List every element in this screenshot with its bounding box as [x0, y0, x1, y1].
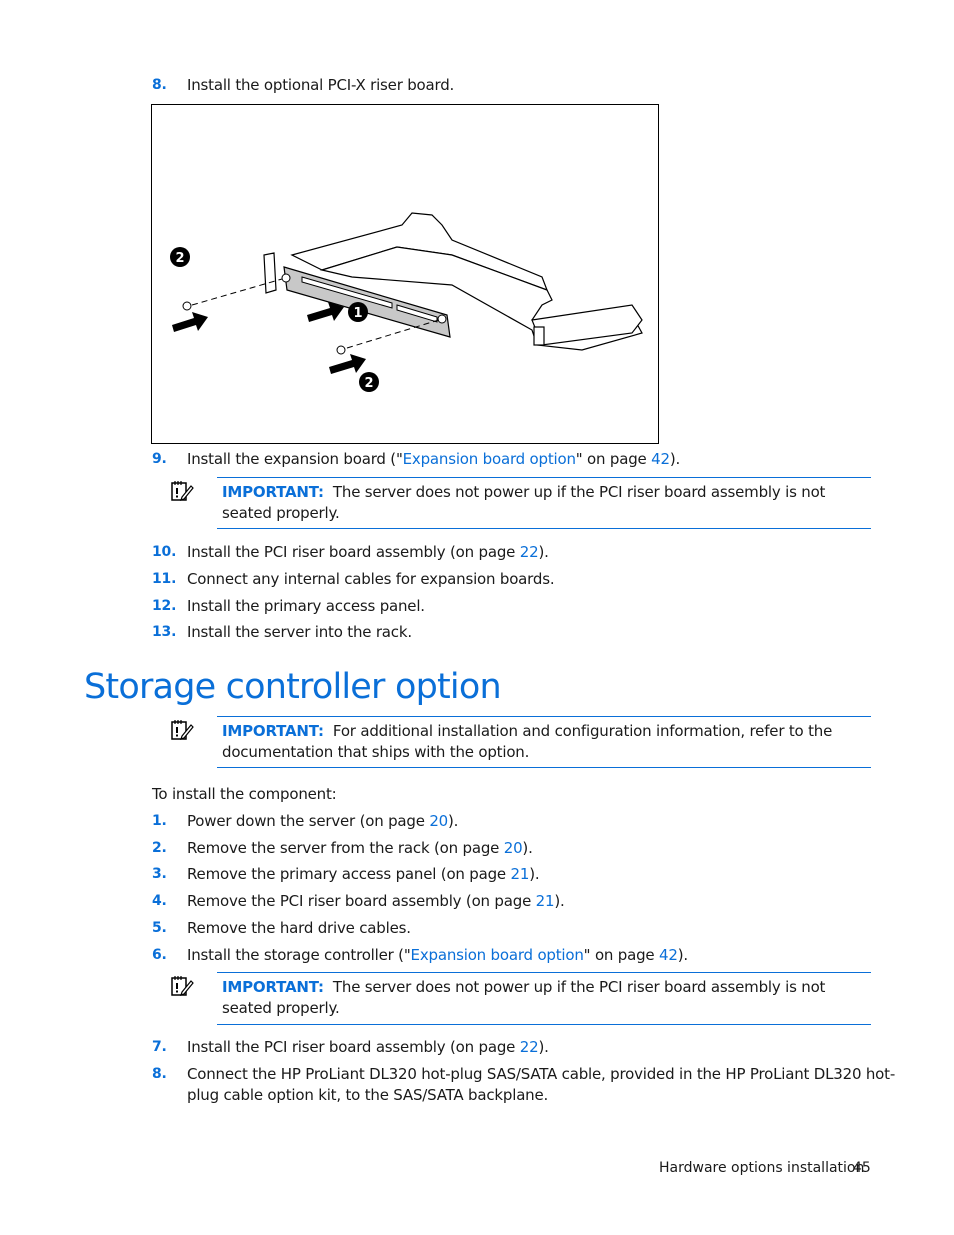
arrow-icon — [172, 312, 208, 332]
step-text: Connect any internal cables for expansio… — [187, 570, 555, 588]
step-number: 11. — [152, 571, 177, 587]
step-text: Install the primary access panel. — [187, 597, 425, 615]
step-number: 4. — [152, 893, 167, 909]
step-number: 2. — [152, 840, 167, 856]
screw-icon — [182, 301, 192, 311]
riser-cage-icon — [290, 212, 643, 351]
important-label: IMPORTANT: — [222, 978, 324, 996]
page-20-link[interactable]: 20 — [429, 812, 448, 830]
step-number: 3. — [152, 866, 167, 882]
callout-2-bottom: 2 — [359, 372, 379, 392]
svg-text:2: 2 — [364, 376, 373, 391]
important-note: IMPORTANT: The server does not power up … — [217, 477, 871, 529]
svg-text:1: 1 — [353, 306, 362, 321]
arrow-icon — [329, 354, 366, 374]
expansion-board-option-link[interactable]: Expansion board option — [403, 450, 576, 468]
step-text: Install the optional PCI-X riser board. — [187, 76, 455, 94]
page-20-link[interactable]: 20 — [504, 839, 523, 857]
important-label: IMPORTANT: — [222, 483, 324, 501]
step-text: Remove the PCI riser board assembly (on … — [187, 892, 565, 910]
step-text: Install the expansion board ("Expansion … — [187, 450, 681, 468]
step-number: 8. — [152, 1066, 167, 1082]
svg-text:2: 2 — [175, 251, 184, 266]
step-text-line-2: plug cable option kit, to the SAS/SATA b… — [187, 1086, 549, 1104]
step-number: 13. — [152, 624, 177, 640]
expansion-board-option-link[interactable]: Expansion board option — [411, 946, 584, 964]
step-text: Install the server into the rack. — [187, 623, 412, 641]
important-note: IMPORTANT: The server does not power up … — [217, 972, 871, 1025]
callout-2-top: 2 — [170, 247, 190, 267]
riser-cage-drawing: 2 1 2 — [170, 212, 643, 392]
step-text: Remove the server from the rack (on page… — [187, 839, 533, 857]
page-21-link[interactable]: 21 — [536, 892, 555, 910]
step-text: Remove the primary access panel (on page… — [187, 865, 540, 883]
screw-icon — [336, 345, 346, 355]
important-note-icon — [171, 481, 194, 501]
important-note-icon — [171, 976, 194, 996]
page-22-link[interactable]: 22 — [520, 1038, 539, 1056]
step-number: 10. — [152, 544, 177, 560]
step-text: Remove the hard drive cables. — [187, 919, 411, 937]
riser-board-illustration: 2 1 2 — [151, 104, 659, 444]
section-heading: Storage controller option — [84, 667, 502, 707]
page-42-link[interactable]: 42 — [659, 946, 678, 964]
page-22-link[interactable]: 22 — [520, 543, 539, 561]
callout-1: 1 — [348, 302, 368, 322]
intro-text: To install the component: — [152, 785, 337, 803]
important-label: IMPORTANT: — [222, 722, 324, 740]
page-42-link[interactable]: 42 — [651, 450, 670, 468]
step-number: 1. — [152, 813, 167, 829]
page-21-link[interactable]: 21 — [511, 865, 530, 883]
step-text: Install the PCI riser board assembly (on… — [187, 1038, 549, 1056]
step-number: 12. — [152, 598, 177, 614]
step-number: 9. — [152, 451, 167, 467]
step-number: 5. — [152, 920, 167, 936]
step-text: Power down the server (on page 20). — [187, 812, 459, 830]
screw-guide-line — [346, 318, 443, 349]
step-text: Install the PCI riser board assembly (on… — [187, 543, 549, 561]
footer-page-number: 45 — [853, 1160, 871, 1176]
step-text-line-1: Connect the HP ProLiant DL320 hot-plug S… — [187, 1065, 896, 1083]
step-number: 7. — [152, 1039, 167, 1055]
important-note-icon — [171, 720, 194, 740]
important-note: IMPORTANT: For additional installation a… — [217, 716, 871, 768]
step-number: 6. — [152, 947, 167, 963]
step-text: Install the storage controller ("Expansi… — [187, 946, 688, 964]
step-number: 8. — [152, 77, 167, 93]
footer-section-name: Hardware options installation — [659, 1160, 865, 1176]
